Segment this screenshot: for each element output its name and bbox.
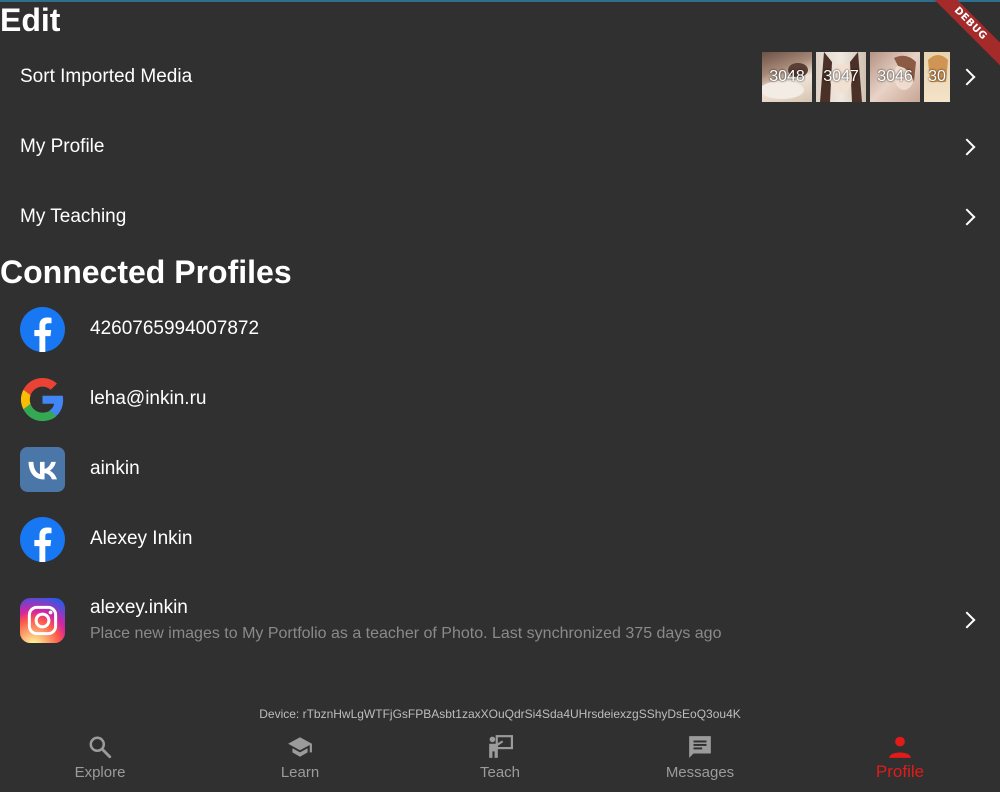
media-thumbnail: 30: [924, 52, 950, 102]
bottom-navigation: Explore Learn Teach Messages Profile: [0, 728, 1000, 792]
top-accent-line: [0, 0, 1000, 2]
nav-learn-label: Learn: [280, 764, 320, 781]
nav-messages-label: Messages: [665, 764, 735, 781]
sort-imported-media-label: Sort Imported Media: [20, 66, 193, 87]
chevron-right-icon: [958, 138, 976, 156]
profile-title: 4260765994007872: [90, 318, 260, 339]
facebook-icon: [20, 516, 65, 562]
media-thumbnails: 3048 3047 3046 30: [762, 52, 950, 102]
device-id-text: Device: rTbznHwLgWTFjGsFPBAsbt1zaxXOuQdr…: [259, 707, 741, 721]
instagram-icon: [20, 597, 65, 643]
nav-messages[interactable]: Messages: [600, 728, 800, 792]
google-icon: [20, 377, 64, 421]
school-icon: [288, 737, 312, 757]
media-thumbnail-id: 3046: [877, 68, 913, 85]
my-teaching-label: My Teaching: [20, 206, 127, 227]
nav-profile-label: Profile: [875, 762, 925, 781]
person-icon: [889, 736, 911, 758]
profile-title: Alexey Inkin: [90, 528, 193, 549]
connected-profiles-title: Connected Profiles: [0, 254, 292, 290]
nav-teach-label: Teach: [479, 764, 521, 781]
connected-profile-facebook[interactable]: 4260765994007872: [0, 294, 1000, 364]
my-profile-row[interactable]: My Profile: [0, 112, 1000, 182]
profile-subtitle: Place new images to My Portfolio as a te…: [90, 625, 722, 642]
sort-imported-media-row[interactable]: Sort Imported Media 3048 3047 3046 30: [0, 42, 1000, 112]
nav-teach[interactable]: Teach: [400, 728, 600, 792]
my-teaching-row[interactable]: My Teaching: [0, 182, 1000, 252]
profile-title: alexey.inkin: [90, 597, 188, 618]
media-thumbnail-id: 3047: [823, 68, 859, 85]
media-thumbnail-id: 3048: [769, 68, 805, 85]
connected-profile-google[interactable]: leha@inkin.ru: [0, 364, 1000, 434]
teacher-icon: [489, 735, 513, 758]
profile-title: leha@inkin.ru: [90, 388, 207, 409]
search-icon: [89, 736, 112, 759]
facebook-icon: [20, 306, 65, 352]
media-thumbnail-id: 30: [928, 68, 946, 85]
nav-profile[interactable]: Profile: [800, 728, 1000, 792]
chevron-right-icon: [958, 208, 976, 226]
edit-section-title: Edit: [0, 2, 61, 38]
chevron-right-icon: [958, 611, 976, 629]
connected-profile-vk[interactable]: ainkin: [0, 434, 1000, 504]
nav-learn[interactable]: Learn: [200, 728, 400, 792]
nav-explore-label: Explore: [74, 764, 126, 781]
connected-profile-instagram[interactable]: alexey.inkin Place new images to My Port…: [0, 584, 1000, 656]
vk-icon: [20, 446, 65, 492]
connected-profile-facebook[interactable]: Alexey Inkin: [0, 504, 1000, 574]
message-icon: [689, 736, 711, 758]
chevron-right-icon: [958, 68, 976, 86]
nav-explore[interactable]: Explore: [0, 728, 200, 792]
media-thumbnail: 3048: [762, 52, 812, 102]
media-thumbnail: 3047: [816, 52, 866, 102]
my-profile-label: My Profile: [20, 136, 105, 157]
media-thumbnail: 3046: [870, 52, 920, 102]
profile-title: ainkin: [90, 458, 140, 479]
